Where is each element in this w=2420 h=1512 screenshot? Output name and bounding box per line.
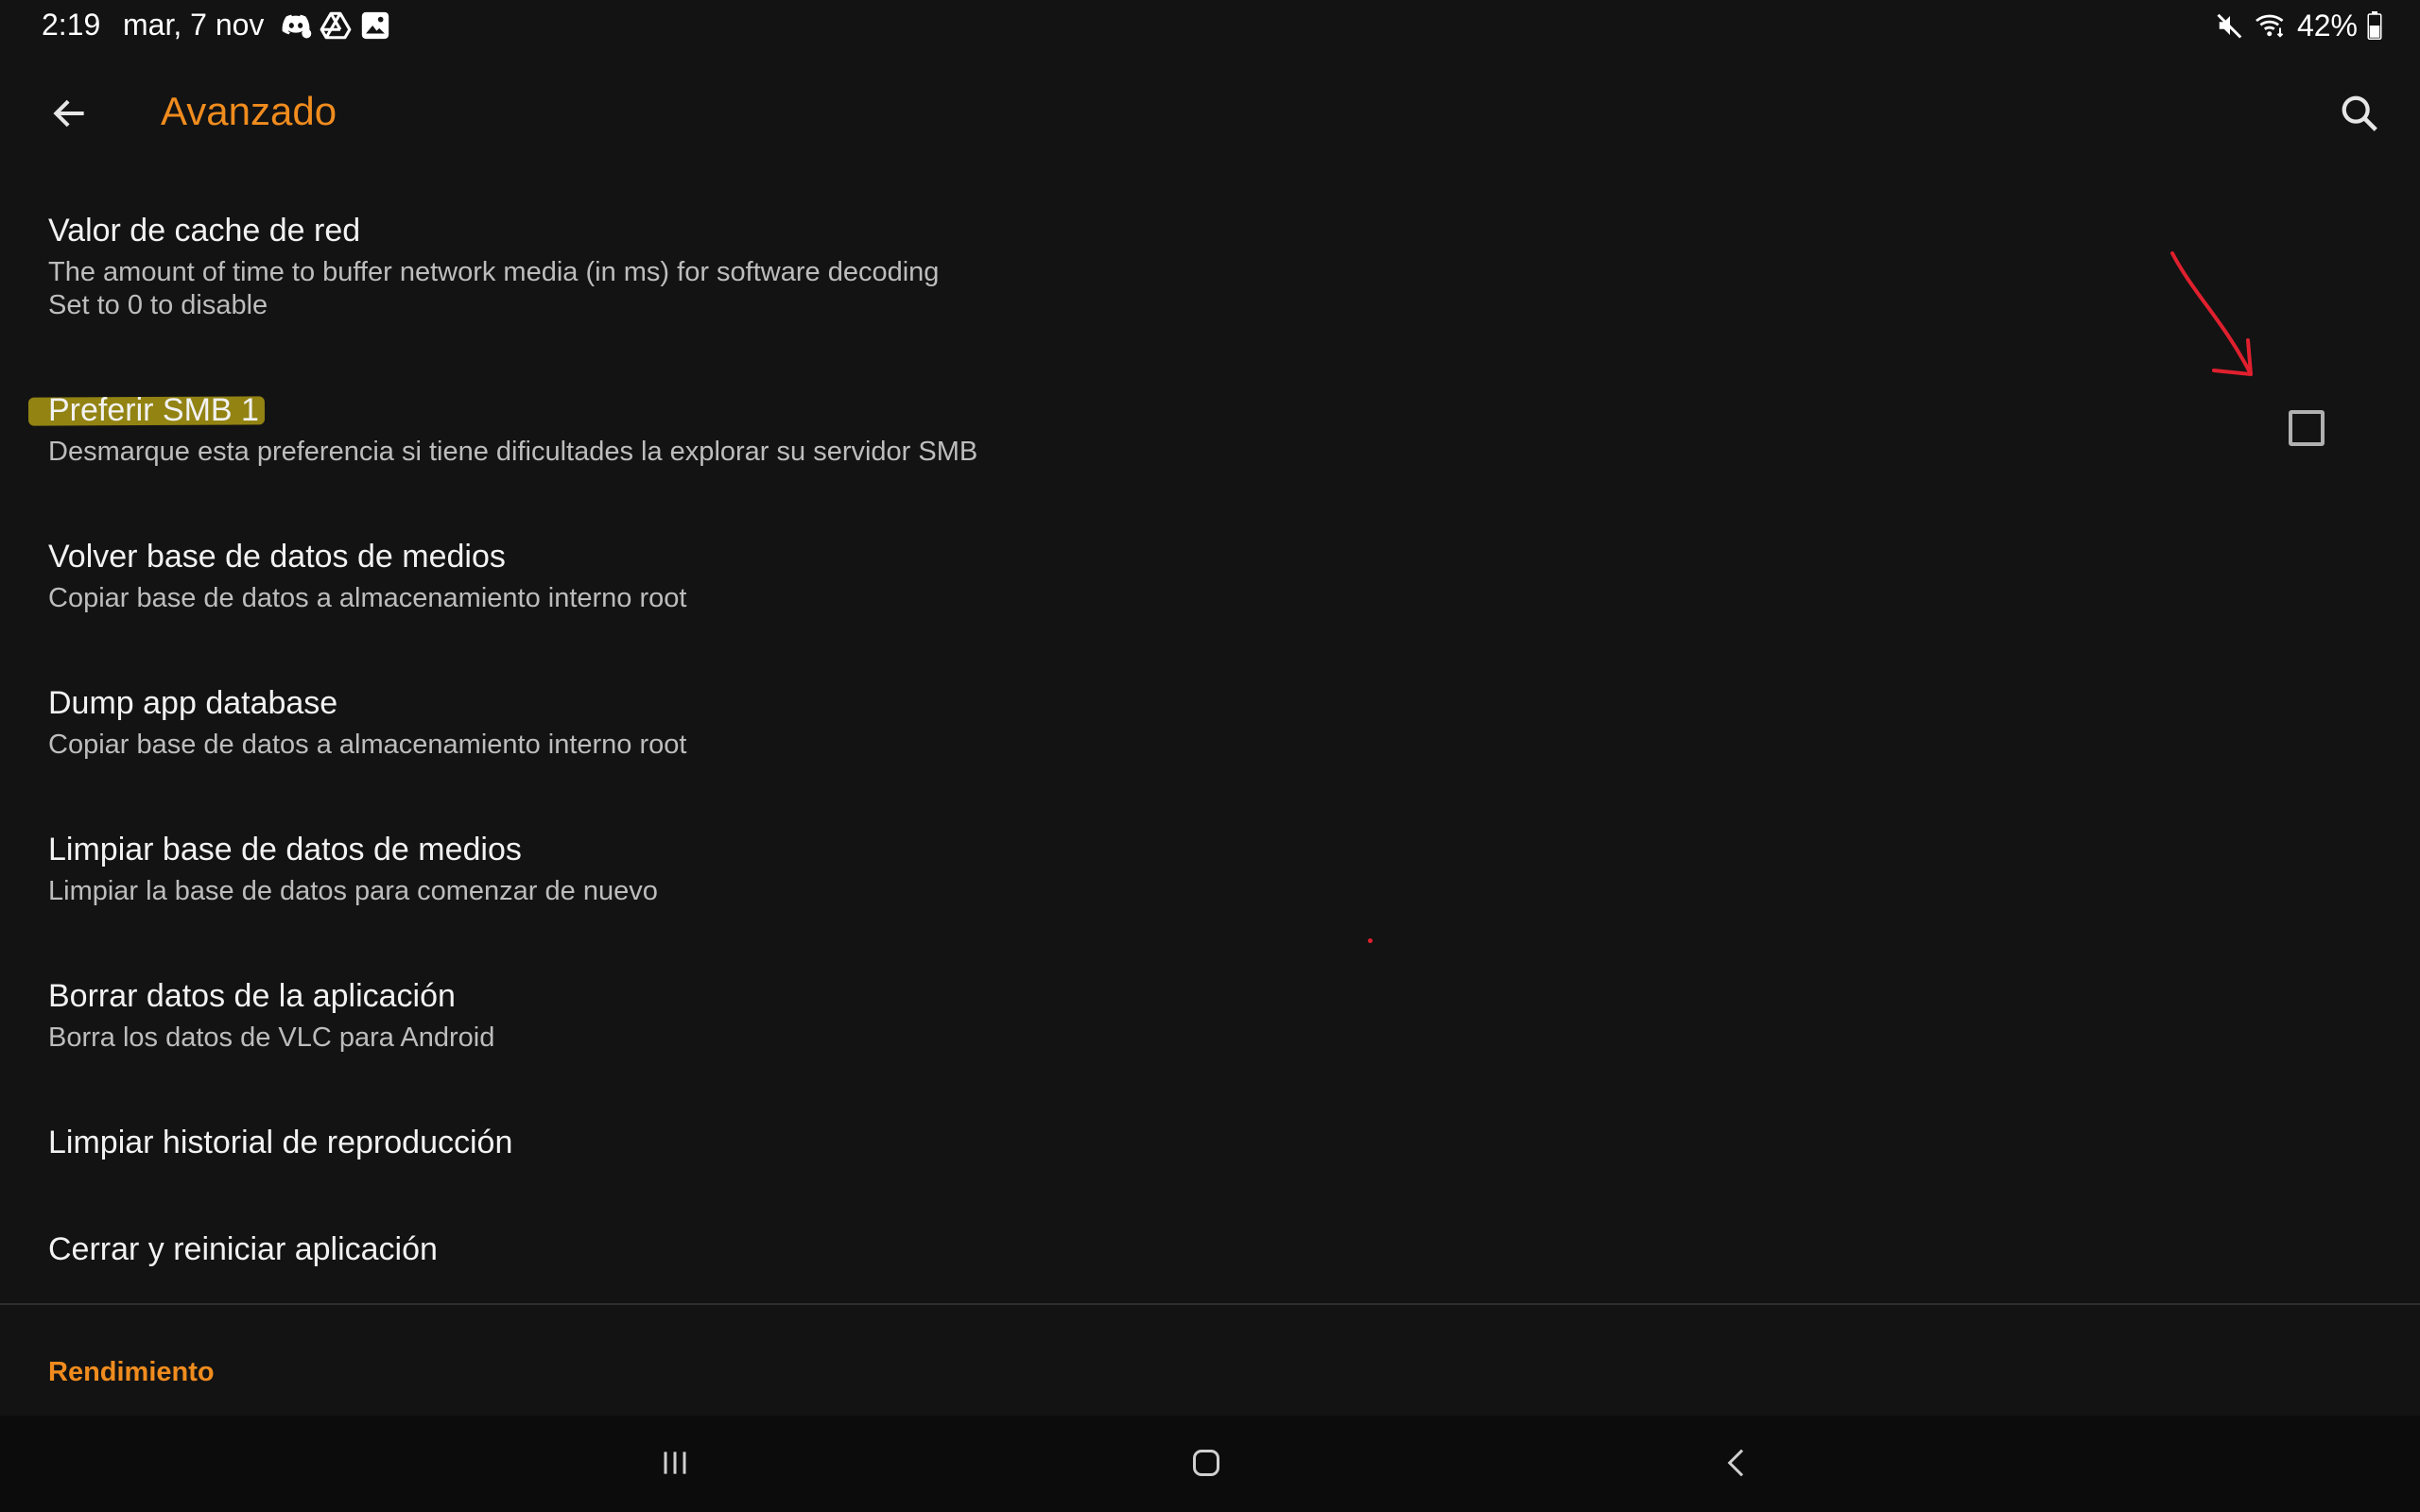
pref-dump-app-db[interactable]: Dump app database Copiar base de datos a… [0,662,2420,784]
pref-restore-media-db[interactable]: Volver base de datos de medios Copiar ba… [0,515,2420,638]
discord-icon [282,14,312,39]
pref-restart-app[interactable]: Cerrar y reiniciar aplicación [0,1208,2420,1302]
pref-title: Dump app database [48,685,338,721]
recents-button[interactable] [637,1435,713,1491]
search-icon [2342,95,2377,131]
nav-back-button[interactable] [1700,1435,1775,1491]
pref-title: Valor de cache de red [48,213,361,249]
pref-title: Borrar datos de la aplicación [48,978,456,1014]
status-right: 42% [2216,8,2382,43]
divider [0,1303,2420,1305]
pref-summary: Copiar base de datos a almacenamiento in… [48,730,687,760]
pref-network-cache[interactable]: Valor de cache de red The amount of time… [0,189,2420,340]
battery-icon [2367,11,2382,40]
category-performance: Rendimiento [48,1357,215,1387]
pref-title: Limpiar historial de reproducción [48,1125,513,1160]
page-title: Avanzado [161,89,337,133]
status-time: 2:19 [42,8,101,42]
smb1-checkbox[interactable] [2289,410,2325,446]
pref-title: Volver base de datos de medios [48,539,506,575]
drive-icon [320,11,352,40]
battery-percent: 42% [2296,8,2358,43]
gallery-icon [361,11,389,40]
red-dot-annotation [1368,938,1373,943]
app-bar: Avanzado [0,66,2420,161]
pref-title: Preferir SMB 1 [48,392,259,428]
pref-summary: Desmarque esta preferencia si tiene difi… [48,437,978,467]
status-date: mar, 7 nov [123,8,265,42]
pref-prefer-smb1[interactable]: Preferir SMB 1 Desmarque esta preferenci… [0,369,2420,491]
home-icon [1193,1450,1219,1476]
home-button[interactable] [1168,1435,1244,1491]
navigation-bar [0,1416,2420,1512]
pref-title: Cerrar y reiniciar aplicación [48,1231,438,1267]
android-screen: 2:19 mar, 7 nov 42% Avanzado Valor de ca… [0,0,2420,1512]
arrow-back-icon [53,99,84,128]
status-bar: 2:19 mar, 7 nov 42% [0,0,2420,49]
pref-clear-media-db[interactable]: Limpiar base de datos de medios Limpiar … [0,808,2420,931]
back-icon [1727,1449,1744,1477]
pref-summary: Set to 0 to disable [48,290,268,320]
wifi-icon [2256,14,2284,38]
pref-summary: The amount of time to buffer network med… [48,257,940,287]
recents-icon [664,1452,686,1474]
pref-summary: Copiar base de datos a almacenamiento in… [48,583,687,613]
pref-summary: Borra los datos de VLC para Android [48,1022,495,1053]
back-button[interactable] [43,87,96,140]
pref-clear-app-data[interactable]: Borrar datos de la aplicación Borra los … [0,954,2420,1077]
pref-title: Limpiar base de datos de medios [48,832,522,868]
pref-summary: Limpiar la base de datos para comenzar d… [48,876,658,906]
search-button[interactable] [2333,87,2386,140]
pref-clear-history[interactable]: Limpiar historial de reproducción [0,1101,2420,1195]
mute-icon [2217,13,2242,39]
red-arrow-annotation [2170,251,2253,376]
